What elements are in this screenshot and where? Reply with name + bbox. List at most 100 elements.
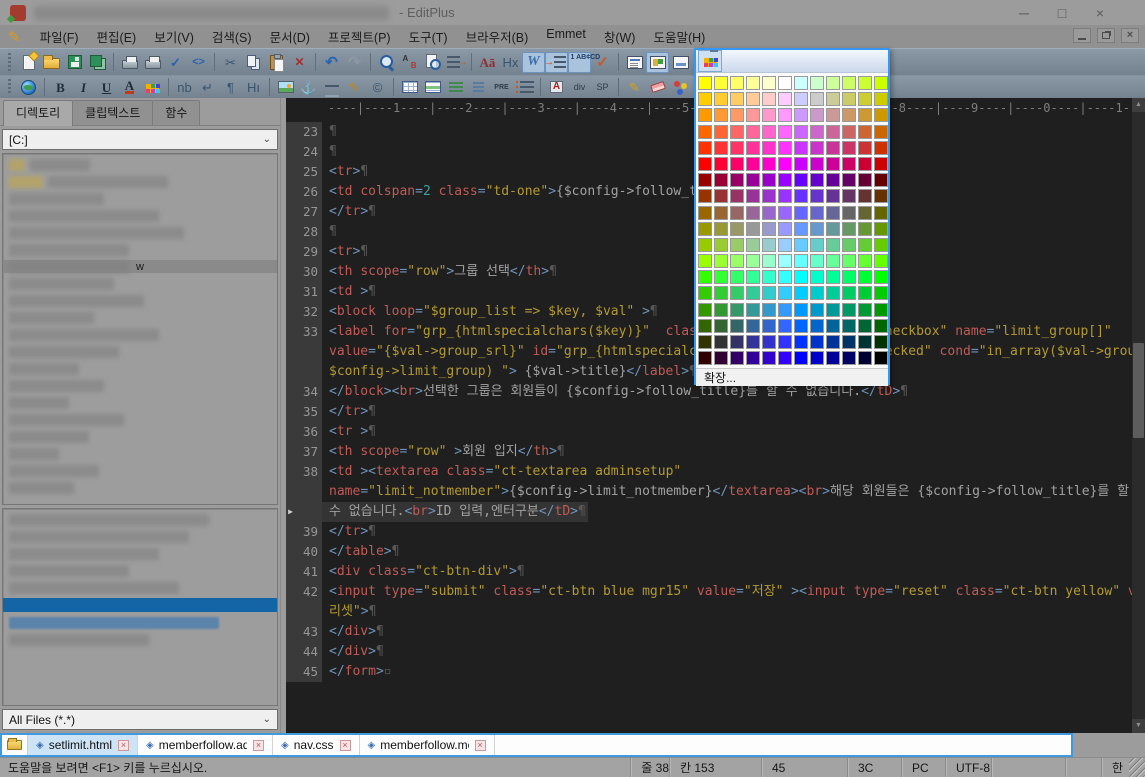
color-swatch[interactable]: [730, 222, 744, 236]
sort-icon[interactable]: [444, 52, 467, 73]
color-swatch[interactable]: [794, 108, 808, 122]
color-swatch[interactable]: [778, 92, 792, 106]
color-swatch[interactable]: [810, 206, 824, 220]
copyright-icon[interactable]: ©: [366, 78, 389, 97]
color-swatch[interactable]: [858, 173, 872, 187]
open-file-icon[interactable]: [40, 52, 63, 73]
color-swatch[interactable]: [826, 286, 840, 300]
color-swatch[interactable]: [762, 76, 776, 90]
color-swatch[interactable]: [794, 125, 808, 139]
color-swatch[interactable]: [730, 351, 744, 365]
color-swatch[interactable]: [826, 238, 840, 252]
color-swatch[interactable]: [778, 319, 792, 333]
auto-indent-icon[interactable]: [545, 52, 568, 73]
underline-icon[interactable]: U: [95, 78, 118, 97]
code-line[interactable]: 37<th scope="row" >회원 입지</th>¶: [286, 442, 1132, 462]
document-selector-icon[interactable]: [669, 52, 692, 73]
file-item[interactable]: [9, 513, 277, 526]
expand-menu-item[interactable]: 확장...: [696, 368, 888, 386]
color-swatch[interactable]: [698, 270, 712, 284]
color-swatch[interactable]: [730, 335, 744, 349]
color-swatch[interactable]: [794, 254, 808, 268]
color-swatch[interactable]: [746, 189, 760, 203]
color-swatch[interactable]: [826, 351, 840, 365]
color-swatch[interactable]: [810, 351, 824, 365]
file-item[interactable]: [9, 530, 277, 543]
color-swatch[interactable]: [762, 222, 776, 236]
tree-item[interactable]: [9, 413, 277, 426]
color-swatch[interactable]: [826, 222, 840, 236]
color-swatch[interactable]: [810, 173, 824, 187]
color-swatch[interactable]: [714, 254, 728, 268]
color-swatch[interactable]: [874, 108, 888, 122]
color-swatch[interactable]: [730, 92, 744, 106]
color-swatch[interactable]: [746, 303, 760, 317]
color-swatch[interactable]: [698, 286, 712, 300]
tree-item[interactable]: [9, 362, 277, 375]
color-swatch[interactable]: [762, 286, 776, 300]
color-swatch[interactable]: [714, 141, 728, 155]
color-swatch[interactable]: [794, 335, 808, 349]
find-in-files-icon[interactable]: [421, 52, 444, 73]
color-swatch[interactable]: [858, 238, 872, 252]
color-swatch[interactable]: [874, 222, 888, 236]
redo-icon[interactable]: ↷: [343, 52, 366, 73]
color-swatch[interactable]: [810, 125, 824, 139]
insert-object-icon[interactable]: [669, 78, 692, 97]
close-tab-icon[interactable]: ×: [340, 740, 351, 751]
color-swatch[interactable]: [778, 189, 792, 203]
color-swatch[interactable]: [874, 335, 888, 349]
color-swatch[interactable]: [842, 319, 856, 333]
menu-item-3[interactable]: 보기(V): [145, 25, 203, 48]
color-swatch[interactable]: [794, 270, 808, 284]
paste-icon[interactable]: [265, 52, 288, 73]
sidebar-tab-함수[interactable]: 함수: [152, 100, 200, 125]
color-swatch[interactable]: [858, 141, 872, 155]
color-picker-icon[interactable]: [698, 50, 722, 72]
color-swatch[interactable]: [746, 141, 760, 155]
color-swatch[interactable]: [762, 125, 776, 139]
color-swatch[interactable]: [858, 206, 872, 220]
color-swatch[interactable]: [778, 286, 792, 300]
color-swatch[interactable]: [730, 157, 744, 171]
color-swatch[interactable]: [826, 335, 840, 349]
horizontal-rule-icon[interactable]: [320, 78, 343, 97]
color-swatch[interactable]: [826, 108, 840, 122]
color-swatch[interactable]: [858, 286, 872, 300]
color-swatch[interactable]: [746, 157, 760, 171]
color-swatch[interactable]: [874, 319, 888, 333]
color-swatch[interactable]: [810, 222, 824, 236]
color-swatch[interactable]: [762, 108, 776, 122]
color-swatch[interactable]: [714, 157, 728, 171]
color-swatch[interactable]: [730, 238, 744, 252]
output-window-icon[interactable]: [623, 52, 646, 73]
menu-item-2[interactable]: 편집(E): [88, 25, 146, 48]
color-swatch[interactable]: [858, 335, 872, 349]
color-swatch[interactable]: [842, 254, 856, 268]
tree-item[interactable]: [9, 175, 277, 188]
color-swatch[interactable]: [730, 206, 744, 220]
color-swatch[interactable]: [778, 157, 792, 171]
color-swatch[interactable]: [778, 238, 792, 252]
color-swatch[interactable]: [810, 76, 824, 90]
color-swatch[interactable]: [762, 254, 776, 268]
sidebar-tab-클립텍스트[interactable]: 클립텍스트: [72, 100, 153, 125]
color-swatch[interactable]: [778, 254, 792, 268]
color-swatch[interactable]: [794, 92, 808, 106]
tree-item[interactable]: [9, 379, 277, 392]
menu-item-11[interactable]: 도움말(H): [644, 25, 714, 48]
line-numbers-icon[interactable]: [568, 52, 591, 73]
color-swatch[interactable]: [874, 125, 888, 139]
tree-item[interactable]: [9, 226, 277, 239]
color-swatch[interactable]: [762, 206, 776, 220]
color-swatch[interactable]: [730, 270, 744, 284]
editor-scrollbar[interactable]: ▲ ▼: [1132, 98, 1145, 733]
spell-check-icon[interactable]: ✓: [164, 52, 187, 73]
color-swatch[interactable]: [762, 351, 776, 365]
color-swatch[interactable]: [714, 76, 728, 90]
color-swatch[interactable]: [698, 222, 712, 236]
color-swatch[interactable]: [858, 125, 872, 139]
code-line[interactable]: 43</div>¶: [286, 622, 1132, 642]
sidebar-tab-디렉토리[interactable]: 디렉토리: [3, 100, 73, 126]
color-swatch[interactable]: [778, 270, 792, 284]
